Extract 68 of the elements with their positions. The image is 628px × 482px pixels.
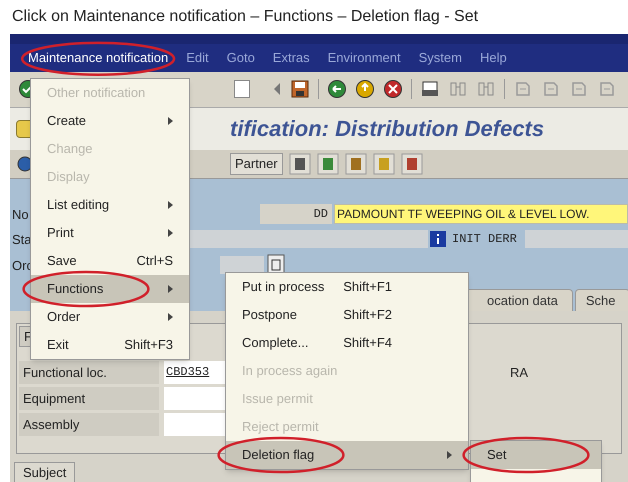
menu-item-label: Display — [47, 168, 90, 186]
submenu-arrow-icon[interactable] — [168, 229, 173, 237]
field-label: Functional loc. — [19, 361, 159, 384]
tab[interactable]: Subject — [14, 462, 76, 482]
menu-item[interactable]: Save Ctrl+S — [31, 247, 189, 275]
save-icon[interactable] — [290, 79, 310, 100]
shortcut-text: Shift+F1 — [343, 278, 392, 296]
field-text: RA — [510, 364, 528, 382]
menu-bar-item[interactable]: Environment — [318, 39, 410, 77]
submenu-arrow-icon[interactable] — [447, 451, 452, 459]
shortcut-text: Shift+F4 — [343, 334, 392, 352]
command-field[interactable] — [234, 80, 250, 98]
instruction-caption: Click on Maintenance notification – Functions – Deletion flag - Set — [12, 7, 478, 27]
cancel-icon[interactable] — [383, 79, 403, 100]
menu-item-label: Print — [47, 224, 74, 242]
menu-bar-item[interactable]: Help — [470, 39, 516, 77]
field-label: Equipment — [19, 387, 159, 410]
menu-item[interactable]: List editing — [31, 191, 189, 219]
menu-item-label: Put in process — [242, 278, 324, 296]
menu-item-label: Postpone — [242, 306, 297, 324]
menu-item-label: Save — [47, 252, 77, 270]
menu-item-label: Complete... — [242, 334, 308, 352]
menu-item-label: Deletion flag — [242, 446, 314, 464]
menu-bar-item[interactable]: Extras — [264, 39, 319, 77]
shortcut-text: Shift+F2 — [343, 306, 392, 324]
menu-item-label: Issue permit — [242, 390, 313, 408]
input-field[interactable]: CBD353 — [164, 361, 226, 384]
menu-bar-item[interactable]: System — [410, 39, 471, 77]
menu-bar-item[interactable]: Edit — [177, 39, 218, 77]
menu-item[interactable]: Deletion flag — [226, 441, 468, 469]
info-icon[interactable] — [430, 231, 446, 248]
menu-item-label: Reject permit — [242, 418, 319, 436]
menu-item-label: Create — [47, 112, 86, 130]
menu-item-label: Change — [47, 140, 93, 158]
menu-item-label: Functions — [47, 280, 104, 298]
menu-item-label: Other notification — [47, 84, 146, 102]
field-label: No — [11, 206, 30, 224]
input-field[interactable] — [164, 387, 226, 410]
menu-item[interactable]: Complete... Shift+F4 — [226, 329, 468, 357]
menu-bar-item[interactable]: Maintenance notification — [19, 39, 178, 77]
description-field[interactable]: PADMOUNT TF WEEPING OIL & LEVEL LOW. — [334, 204, 628, 224]
submenu-arrow-icon[interactable] — [168, 201, 173, 209]
shortcut-text: Ctrl+S — [136, 252, 173, 270]
menu-item-label: Exit — [47, 336, 69, 354]
tab[interactable]: Sche — [574, 288, 628, 311]
submenu-arrow-icon[interactable] — [168, 117, 173, 125]
output-field — [220, 256, 264, 274]
input-field[interactable] — [164, 413, 226, 436]
field-label: Assembly — [19, 413, 159, 436]
menu-item-label: Order — [47, 308, 80, 326]
menu-item-label: List editing — [47, 196, 110, 214]
back-icon[interactable] — [327, 79, 347, 100]
submenu-arrow-icon[interactable] — [168, 285, 173, 293]
exit-icon[interactable] — [355, 79, 375, 100]
menu-item[interactable]: Print — [31, 219, 189, 247]
menu-item-label: Set — [487, 446, 507, 464]
menu-item[interactable]: Create — [31, 107, 189, 135]
menu-item[interactable]: Set — [471, 441, 601, 469]
status-text: INIT DERR — [452, 231, 517, 248]
submenu-arrow-icon[interactable] — [168, 313, 173, 321]
type-code: DD — [260, 204, 332, 224]
menu-item-label: In process again — [242, 362, 338, 380]
triangle-icon[interactable] — [272, 82, 282, 96]
shortcut-text: Shift+F3 — [124, 336, 173, 354]
menu-bar-item[interactable]: Goto — [218, 39, 264, 77]
screen-title: tification: Distribution Defects — [230, 115, 544, 144]
menu-item[interactable]: Functions — [31, 275, 189, 303]
partner-button[interactable]: Partner — [230, 152, 283, 175]
